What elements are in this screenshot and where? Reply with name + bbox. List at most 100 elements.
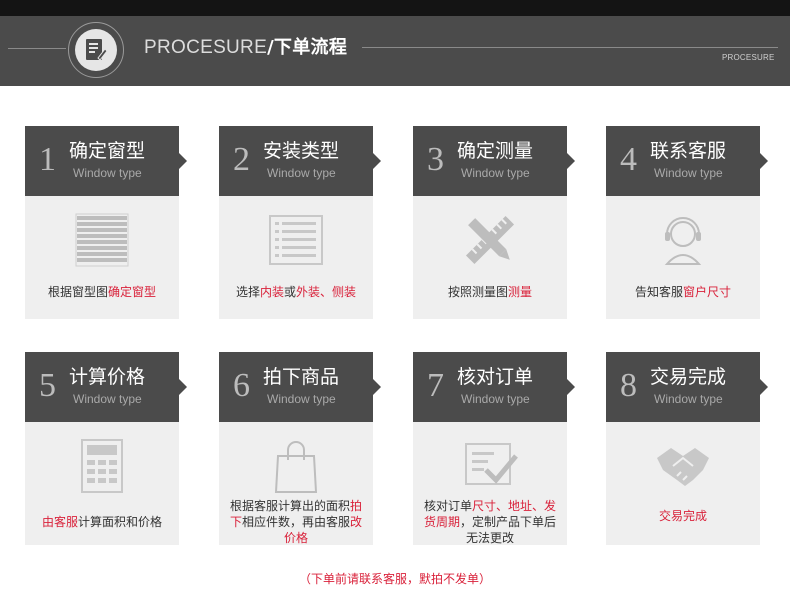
step-arrow: [760, 153, 768, 169]
step-arrow: [567, 153, 575, 169]
highlight-text: 交易完成: [658, 509, 707, 523]
step-arrow: [760, 379, 768, 395]
step-card-body: 核对订单尺寸、地址、发货周期，定制产品下单后无法更改: [413, 422, 567, 545]
step-card-body: 告知客服窗户尺寸: [606, 196, 760, 319]
step-subtitle: Window type: [654, 166, 723, 180]
list-icon: [266, 210, 326, 270]
step-title: 计算价格: [69, 366, 146, 388]
highlight-text: 测量: [508, 285, 533, 299]
step-card-body: 由客服计算面积和价格: [25, 422, 179, 545]
step-title: 安装类型: [263, 140, 340, 162]
header-divider-left: [8, 48, 66, 49]
highlight-text: 内装: [259, 285, 284, 299]
step-card-header: 1 确定窗型 Window type: [25, 126, 179, 196]
step-description: 根据窗型图确定窗型: [31, 284, 173, 300]
shopping-bag-icon: [266, 436, 326, 496]
step-title: 拍下商品: [263, 366, 340, 388]
highlight-text: 外装、侧装: [296, 285, 357, 299]
step-card-header: 2 安装类型 Window type: [219, 126, 373, 196]
step-arrow: [373, 153, 381, 169]
step-description: 根据客服计算出的面积拍下相应件数，再由客服改价格: [225, 498, 367, 546]
step-description: 由客服计算面积和价格: [31, 514, 173, 530]
step-subtitle: Window type: [267, 392, 336, 406]
description-text: ，定制产品下单后无法更改: [460, 515, 557, 545]
step-card-body: 按照测量图测量: [413, 196, 567, 319]
step-subtitle: Window type: [73, 392, 142, 406]
step-number: 3: [427, 141, 444, 178]
step-card-header: 3 确定测量 Window type: [413, 126, 567, 196]
calculator-icon: [72, 436, 132, 496]
order-check-icon: [460, 436, 520, 496]
ruler-pencil-icon: [460, 210, 520, 270]
blind-icon: [72, 210, 132, 270]
step-number: 8: [620, 367, 637, 404]
page-title: PROCESURE/下单流程: [144, 36, 347, 60]
step-card: 3 确定测量 Window type 按照测量图测量: [413, 126, 575, 319]
highlight-text: 窗户尺寸: [683, 285, 732, 299]
description-text: 选择: [235, 285, 260, 299]
description-text: 计算面积和价格: [78, 515, 163, 529]
step-subtitle: Window type: [461, 392, 530, 406]
step-arrow: [179, 379, 187, 395]
step-subtitle: Window type: [267, 166, 336, 180]
step-subtitle: Window type: [654, 392, 723, 406]
step-number: 2: [233, 141, 250, 178]
step-card: 6 拍下商品 Window type 根据客服计算出的面积拍下相应件数，再由客服改价格: [219, 352, 381, 545]
customer-service-icon: [653, 210, 713, 270]
step-card-header: 7 核对订单 Window type: [413, 352, 567, 422]
step-title: 核对订单: [457, 366, 534, 388]
step-card-body: 根据客服计算出的面积拍下相应件数，再由客服改价格: [219, 422, 373, 545]
step-arrow: [567, 379, 575, 395]
step-arrow: [373, 379, 381, 395]
step-arrow: [179, 153, 187, 169]
step-number: 4: [620, 141, 637, 178]
step-number: 5: [39, 367, 56, 404]
step-card: 8 交易完成 Window type 交易完成: [606, 352, 768, 545]
description-text: 核对订单: [423, 499, 472, 513]
step-card-body: 根据窗型图确定窗型: [25, 196, 179, 319]
step-description: 选择内装或外装、侧装: [225, 284, 367, 300]
footer-note: （下单前请联系客服，默拍不发单）: [298, 572, 491, 586]
section-header: PROCESURE/下单流程 PROCESURE: [0, 16, 790, 86]
top-bar: [0, 0, 790, 16]
step-description: 告知客服窗户尺寸: [612, 284, 754, 300]
page-title-cn: /下单流程: [267, 37, 348, 58]
step-title: 确定窗型: [69, 140, 146, 162]
description-text: 根据客服计算出的面积: [229, 499, 350, 513]
page-title-en: PROCESURE: [144, 37, 268, 58]
step-number: 6: [233, 367, 250, 404]
step-card: 2 安装类型 Window type 选择内装或外装、侧装: [219, 126, 381, 319]
description-text: 按照测量图: [447, 285, 508, 299]
highlight-text: 由客服: [41, 515, 78, 529]
step-title: 联系客服: [650, 140, 727, 162]
step-card-body: 交易完成: [606, 422, 760, 545]
step-number: 7: [427, 367, 444, 404]
step-card: 5 计算价格 Window type 由客服计算面积和价格: [25, 352, 187, 545]
header-divider-right: [362, 47, 778, 48]
step-card: 7 核对订单 Window type 核对订单尺寸、地址、发货周期，定制产品下单后无法…: [413, 352, 575, 545]
highlight-text: 确定窗型: [108, 285, 157, 299]
step-description: 核对订单尺寸、地址、发货周期，定制产品下单后无法更改: [419, 498, 561, 546]
step-description: 按照测量图测量: [419, 284, 561, 300]
description-text: 告知客服: [634, 285, 683, 299]
step-card-header: 8 交易完成 Window type: [606, 352, 760, 422]
header-logo: [68, 22, 124, 78]
description-text: 或: [284, 285, 297, 299]
header-small-label: PROCESURE: [722, 53, 775, 62]
step-card-header: 6 拍下商品 Window type: [219, 352, 373, 422]
handshake-icon: [653, 436, 713, 496]
step-card-header: 4 联系客服 Window type: [606, 126, 760, 196]
description-text: 相应件数，再由客服: [241, 515, 350, 529]
document-edit-icon: [75, 29, 117, 71]
step-card-body: 选择内装或外装、侧装: [219, 196, 373, 319]
step-card: 1 确定窗型 Window type 根据窗型图确定窗型: [25, 126, 187, 319]
step-description: 交易完成: [612, 508, 754, 524]
step-subtitle: Window type: [73, 166, 142, 180]
step-title: 确定测量: [457, 140, 534, 162]
step-subtitle: Window type: [461, 166, 530, 180]
step-number: 1: [39, 141, 56, 178]
step-card: 4 联系客服 Window type 告知客服窗户尺寸: [606, 126, 768, 319]
description-text: 根据窗型图: [47, 285, 108, 299]
step-title: 交易完成: [650, 366, 727, 388]
step-card-header: 5 计算价格 Window type: [25, 352, 179, 422]
